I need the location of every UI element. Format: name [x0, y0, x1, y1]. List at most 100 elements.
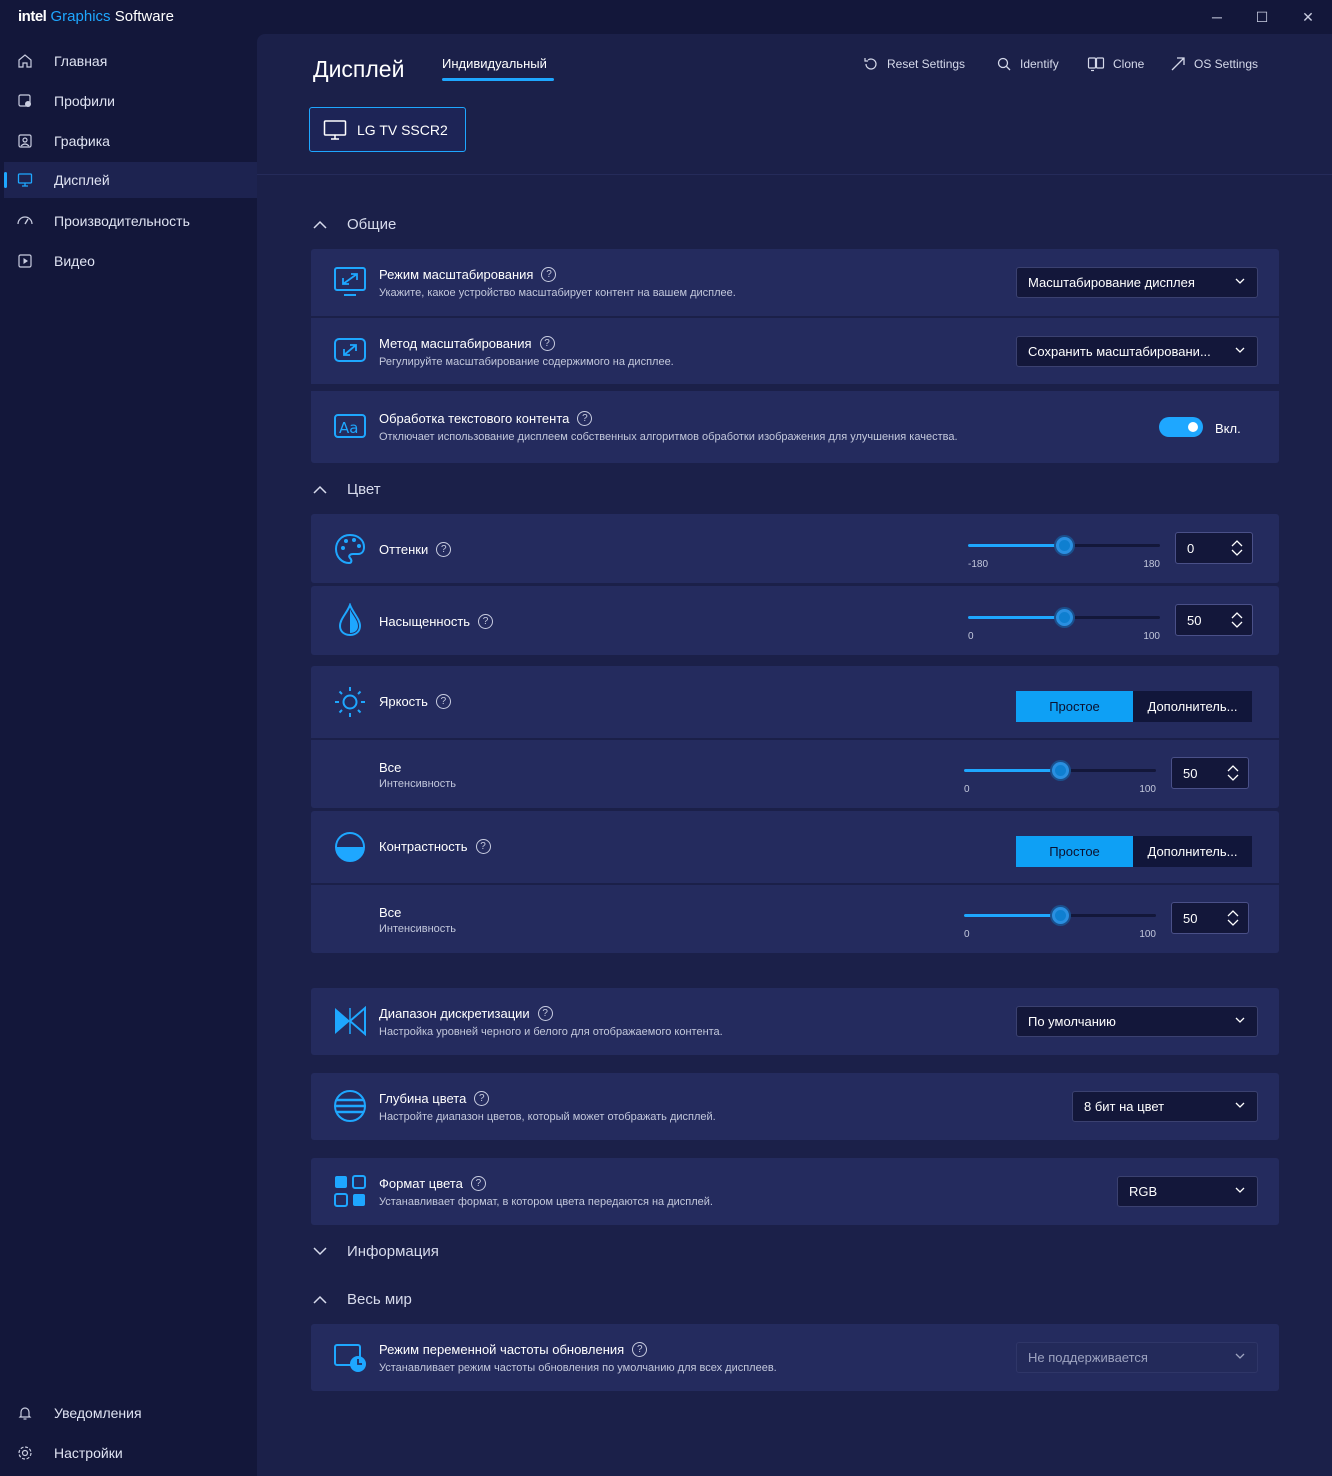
slider-fill: [968, 616, 1064, 619]
help-icon[interactable]: ?: [478, 614, 494, 629]
section-info-label: Информация: [347, 1243, 439, 1260]
monitor-selector[interactable]: LG TV SSCR2: [309, 107, 466, 152]
scaling-method-dropdown[interactable]: Сохранить масштабировани...: [1016, 336, 1258, 367]
brightness-title-text: Яркость: [379, 694, 428, 709]
sidebar-item-settings[interactable]: Настройки: [4, 1435, 257, 1471]
section-info-header[interactable]: Информация: [313, 1243, 439, 1260]
close-icon: ✕: [1302, 8, 1314, 25]
os-settings-label: OS Settings: [1194, 57, 1259, 71]
text-processing-row: Aa Обработка текстового контента? Отключ…: [311, 391, 1279, 463]
brightness-simple-button[interactable]: Простое: [1016, 691, 1133, 722]
color-format-value: RGB: [1129, 1184, 1158, 1199]
vrr-title-text: Режим переменной частоты обновления: [379, 1342, 625, 1357]
sidebar-item-notifications[interactable]: Уведомления: [4, 1395, 257, 1431]
reset-settings-button[interactable]: Reset Settings: [863, 56, 965, 72]
sidebar-item-home[interactable]: Главная: [4, 43, 257, 79]
sidebar-item-video[interactable]: Видео: [4, 243, 257, 279]
sidebar-item-performance[interactable]: Производительность: [4, 203, 257, 239]
text-processing-state: Вкл.: [1215, 421, 1241, 436]
contrast-simple-button[interactable]: Простое: [1016, 836, 1133, 867]
section-color-header[interactable]: Цвет: [313, 481, 381, 498]
help-icon[interactable]: ?: [577, 411, 593, 426]
section-global-label: Весь мир: [347, 1291, 412, 1308]
up-down-icon[interactable]: [1231, 540, 1243, 556]
quant-range-dropdown[interactable]: По умолчанию: [1016, 1006, 1258, 1037]
scaling-mode-dropdown[interactable]: Масштабирование дисплея: [1016, 267, 1258, 298]
contrast-advanced-button[interactable]: Дополнитель...: [1133, 836, 1252, 867]
help-icon[interactable]: ?: [474, 1091, 490, 1106]
help-icon[interactable]: ?: [541, 267, 557, 282]
help-icon[interactable]: ?: [436, 542, 452, 557]
brand-graphics: Graphics: [50, 8, 111, 25]
color-format-row: Формат цвета? Устанавливает формат, в ко…: [311, 1158, 1279, 1225]
contrast-slider[interactable]: 0 100: [964, 905, 1156, 940]
sidebar-item-graphics[interactable]: Графика: [4, 123, 257, 159]
slider-thumb[interactable]: [1056, 537, 1073, 554]
close-button[interactable]: ✕: [1285, 4, 1331, 30]
scaling-method-title-text: Метод масштабирования: [379, 336, 532, 351]
help-icon[interactable]: ?: [475, 839, 491, 854]
hue-slider[interactable]: -180 180: [968, 535, 1160, 570]
color-format-title: Формат цвета?: [379, 1176, 486, 1191]
hue-title-text: Оттенки: [379, 542, 429, 557]
slider-max: 180: [1143, 559, 1160, 570]
os-settings-button[interactable]: OS Settings: [1170, 56, 1258, 72]
scaling-method-row: Метод масштабирования? Регулируйте масшт…: [311, 318, 1279, 384]
reset-settings-label: Reset Settings: [887, 57, 966, 71]
up-down-icon[interactable]: [1227, 765, 1239, 781]
chevron-down-icon: [1235, 1017, 1245, 1024]
bit-depth-dropdown[interactable]: 8 бит на цвет: [1072, 1091, 1258, 1122]
saturation-row: Насыщенность? 0 100 50: [311, 586, 1279, 655]
slider-min: 0: [968, 631, 974, 642]
section-global-header[interactable]: Весь мир: [313, 1291, 412, 1308]
clone-button[interactable]: Clone: [1087, 56, 1144, 72]
help-icon[interactable]: ?: [435, 694, 451, 709]
help-icon[interactable]: ?: [470, 1176, 486, 1191]
bit-depth-desc: Настройте диапазон цветов, который может…: [379, 1111, 716, 1123]
color-depth-icon: [333, 1089, 367, 1123]
text-processing-toggle[interactable]: [1159, 417, 1203, 437]
color-format-icon: [333, 1174, 367, 1208]
header-divider: [257, 174, 1332, 175]
scaling-mode-desc: Укажите, какое устройство масштабирует к…: [379, 287, 736, 299]
minimize-icon: ─: [1212, 9, 1222, 25]
sidebar-item-label: Графика: [54, 133, 110, 149]
saturation-title: Насыщенность?: [379, 614, 494, 629]
sidebar-item-profiles[interactable]: Профили: [4, 83, 257, 119]
sidebar-item-label: Главная: [54, 53, 108, 69]
gear-icon: [16, 1444, 34, 1462]
brightness-advanced-button[interactable]: Дополнитель...: [1133, 691, 1252, 722]
brightness-spinbox[interactable]: 50: [1171, 757, 1249, 789]
section-general-header[interactable]: Общие: [313, 216, 396, 233]
chevron-up-icon: [313, 220, 327, 229]
saturation-spinbox[interactable]: 50: [1175, 604, 1253, 636]
scaling-method-value: Сохранить масштабировани...: [1028, 344, 1211, 359]
help-icon[interactable]: ?: [537, 1006, 553, 1021]
monitor-icon: [323, 119, 347, 141]
help-icon[interactable]: ?: [632, 1342, 648, 1357]
brightness-slider[interactable]: 0 100: [964, 760, 1156, 795]
contrast-value: 50: [1183, 910, 1198, 926]
slider-thumb[interactable]: [1052, 762, 1069, 779]
saturation-slider[interactable]: 0 100: [968, 607, 1160, 642]
slider-thumb[interactable]: [1056, 609, 1073, 626]
hue-spinbox[interactable]: 0: [1175, 532, 1253, 564]
quant-range-value: По умолчанию: [1028, 1014, 1116, 1029]
maximize-button[interactable]: ☐: [1239, 4, 1285, 30]
identify-button[interactable]: Identify: [996, 56, 1059, 72]
slider-thumb[interactable]: [1052, 907, 1069, 924]
contrast-icon: [333, 830, 367, 864]
scaling-method-desc: Регулируйте масштабирование содержимого …: [379, 356, 674, 368]
sidebar-item-display[interactable]: Дисплей: [4, 162, 257, 198]
help-icon[interactable]: ?: [539, 336, 555, 351]
chevron-down-icon: [1235, 1102, 1245, 1109]
contrast-spinbox[interactable]: 50: [1171, 902, 1249, 934]
up-down-icon[interactable]: [1231, 612, 1243, 628]
up-down-icon[interactable]: [1227, 910, 1239, 926]
color-format-dropdown[interactable]: RGB: [1117, 1176, 1258, 1207]
slider-max: 100: [1139, 784, 1156, 795]
range-icon: [333, 1004, 367, 1038]
display-icon: [16, 171, 34, 189]
tab-individual[interactable]: Индивидуальный: [442, 56, 547, 71]
minimize-button[interactable]: ─: [1194, 4, 1240, 30]
